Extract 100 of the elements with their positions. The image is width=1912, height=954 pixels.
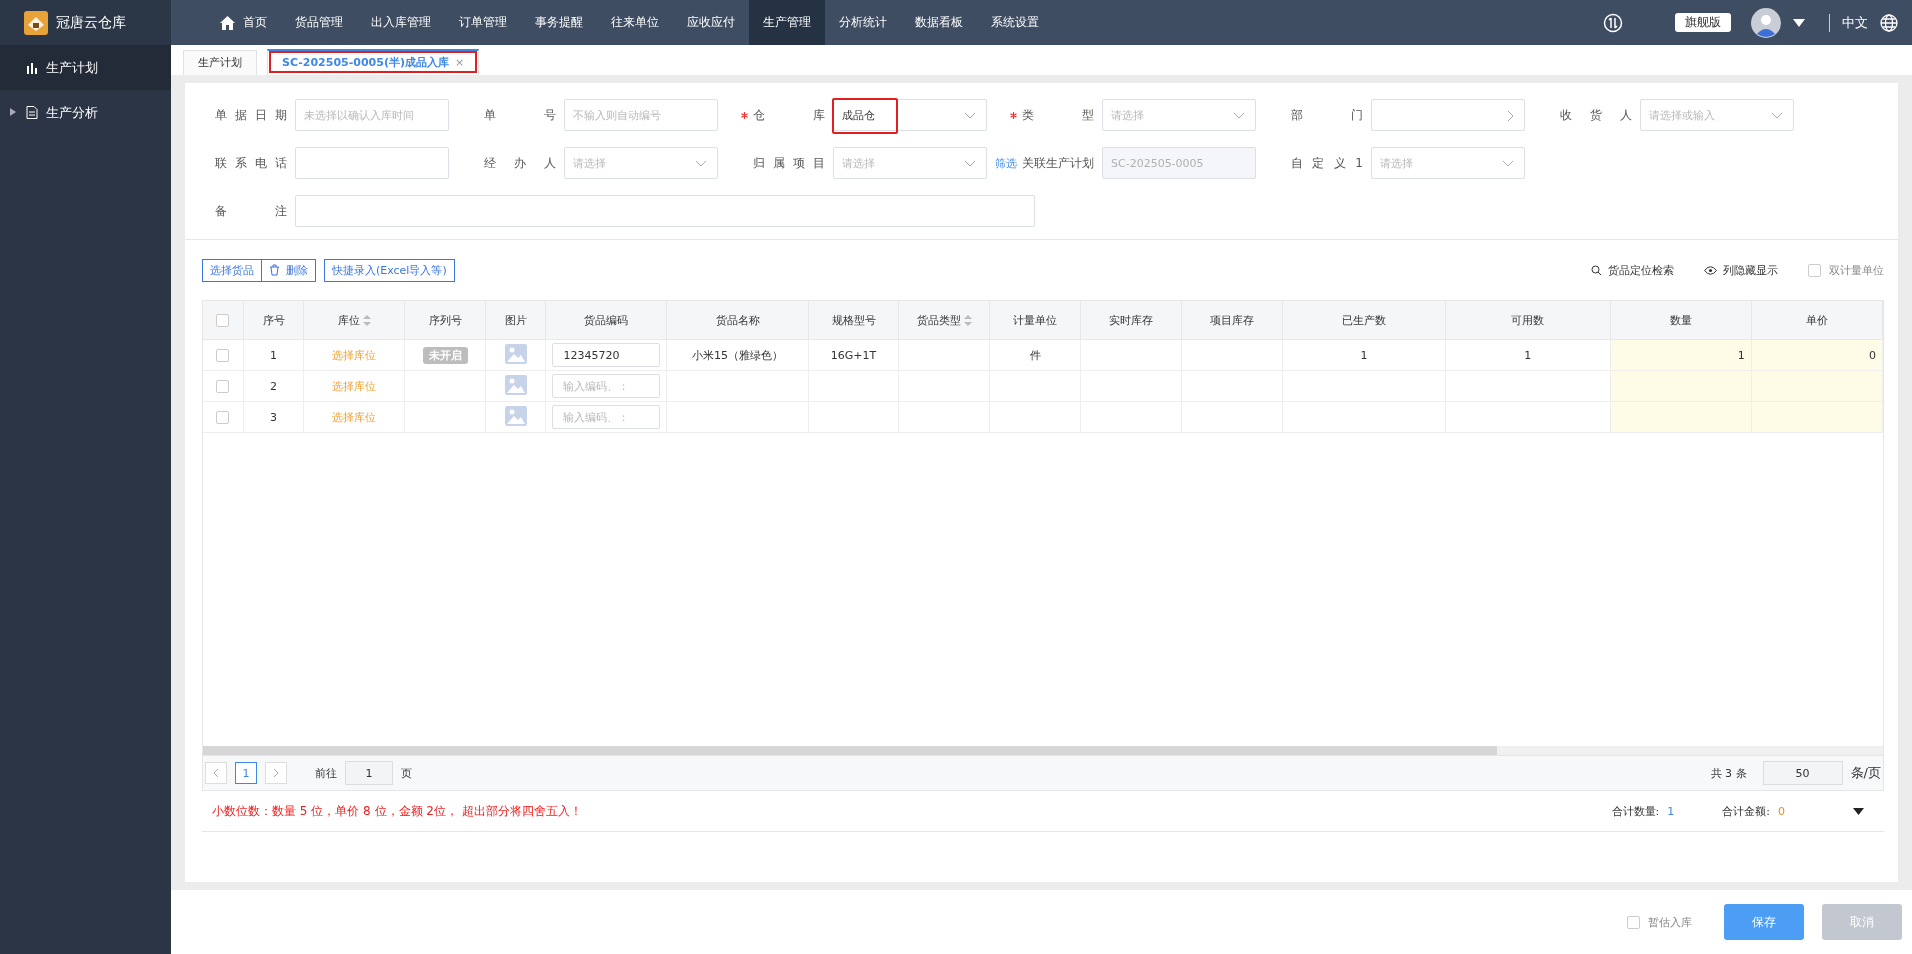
tab[interactable]: 生产计划 [183,50,257,75]
row-checkbox[interactable] [216,379,230,393]
toolbar-button[interactable]: 快捷录入(Excel导入等) [324,258,455,282]
total-quantity-label: 合计数量: [1611,803,1660,819]
expand-caret-icon[interactable] [1853,807,1864,815]
nav-item[interactable]: 出入库管理 [357,0,445,45]
input-field[interactable] [1371,99,1525,131]
image-placeholder-icon[interactable] [504,343,527,364]
page-size-unit: 条/页 [1850,764,1881,782]
expand-arrow-icon[interactable] [10,108,16,116]
decimal-note: 小数位数：数量 5 位，单价 8 位，金额 2位， 超出部分将四舍五入！ [212,802,582,820]
dual-unit-checkbox[interactable]: 双计量单位 [1808,262,1884,278]
column-header: 实时库存 [1108,313,1153,327]
search-icon [1591,264,1602,276]
trash-icon [269,264,280,276]
column-header: 货品编码 [584,313,629,327]
sort-icon[interactable] [963,315,972,326]
goto-label: 前往 [315,765,337,781]
image-placeholder-icon[interactable] [504,405,527,426]
row-checkbox[interactable] [216,410,230,424]
serial-status-badge: 未开启 [422,346,468,364]
field-label: 归属项目 [753,154,826,172]
dropdown-chevron-icon[interactable] [695,160,707,167]
nav-item[interactable]: 应收应付 [673,0,749,45]
save-button[interactable]: 保存 [1724,904,1804,940]
nav-item[interactable]: 订单管理 [445,0,521,45]
table-cell: 1 [1524,348,1532,362]
dropdown-chevron-icon[interactable] [964,160,976,167]
brand-name: 冠唐云仓库 [56,13,126,32]
column-header: 可用数 [1511,313,1545,327]
home-icon [220,15,235,30]
input-field[interactable] [295,195,1035,227]
field-label: 备注 [215,202,288,220]
field-label: 经办人 [484,154,557,172]
table-cell: 0 [1869,348,1876,362]
sidebar-item[interactable]: 生产计划 [0,45,171,90]
field-label: 单据日期 [215,106,288,124]
next-page-button[interactable] [265,762,287,784]
table-cell: 2 [270,379,278,393]
page-size-input[interactable]: 50 [1762,761,1843,785]
edition-badge: 旗舰版 [1675,13,1731,32]
nav-item[interactable]: 首页 [206,0,281,45]
column-header: 图片 [504,313,527,327]
dropdown-chevron-icon[interactable] [964,112,976,119]
avatar-icon[interactable] [1751,7,1781,38]
table-cell: 1 [270,348,278,362]
field-label: 仓库 [753,106,826,124]
code-input[interactable]: 12345720 [552,343,661,367]
nav-item[interactable]: 往来单位 [597,0,673,45]
row-checkbox[interactable] [216,348,230,362]
toolbar-link[interactable]: 列隐藏显示 [1704,262,1778,278]
goto-page-input[interactable]: 1 [345,761,393,785]
dropdown-chevron-icon[interactable] [1233,112,1245,119]
chevron-right-icon[interactable] [1507,110,1514,122]
logo-icon [24,10,48,35]
nav-item[interactable]: 分析统计 [825,0,901,45]
close-tab-icon[interactable]: × [455,56,465,69]
dropdown-chevron-icon[interactable] [1502,160,1514,167]
globe-icon[interactable] [1880,13,1898,32]
previous-page-button[interactable] [205,762,227,784]
nav-item[interactable]: 事务提醒 [521,0,597,45]
page-button[interactable]: 1 [235,762,257,784]
nav-item[interactable]: 生产管理 [749,0,825,45]
column-header: 货品名称 [715,313,760,327]
image-placeholder-icon[interactable] [504,374,527,395]
column-header: 货品类型 [916,313,972,327]
toolbar-link[interactable]: 货品定位检索 [1591,262,1674,278]
column-header: 计量单位 [1013,313,1058,327]
column-header: 序号 [262,313,285,327]
column-header: 项目库存 [1209,313,1254,327]
filter-link[interactable]: 筛选 [995,155,1017,171]
page-unit-label: 页 [401,765,412,781]
table-cell: 小米15（雅绿色） [692,348,784,362]
column-header: 已生产数 [1341,313,1386,327]
input-field[interactable] [295,147,449,179]
select-all-checkbox[interactable] [216,313,230,327]
estimate-checkbox[interactable]: 暂估入库 [1627,914,1692,930]
sidebar-item[interactable]: 生产分析 [0,90,171,135]
field-label: 单号 [484,106,557,124]
table-cell: 1 [1737,348,1745,362]
total-count: 共 3 条 [1710,765,1747,781]
tab[interactable]: SC-202505-0005(半)成品入库 × [267,49,480,75]
field-label: 关联生产计划 [1022,154,1095,172]
total-amount-label: 合计金额: [1722,803,1770,819]
field-label: 收货人 [1560,106,1633,124]
input-field[interactable]: 成品仓 [833,99,987,131]
nav-item[interactable]: 数据看板 [901,0,977,45]
table-cell: 1 [1360,348,1368,362]
field-label: 自定义1 [1291,154,1364,172]
sort-icon[interactable] [362,315,371,326]
scrollbar-thumb[interactable] [203,746,1497,755]
table-cell: 16G+1T [830,348,877,362]
dropdown-chevron-icon[interactable] [1771,112,1783,119]
language-label[interactable]: 中文 [1842,13,1868,32]
sync-icon[interactable] [1603,12,1623,33]
nav-item[interactable]: 系统设置 [977,0,1053,45]
caret-icon[interactable] [1793,18,1805,27]
nav-item[interactable]: 货品管理 [281,0,357,45]
bar-chart-icon [26,61,38,74]
table-cell: 3 [270,410,278,424]
